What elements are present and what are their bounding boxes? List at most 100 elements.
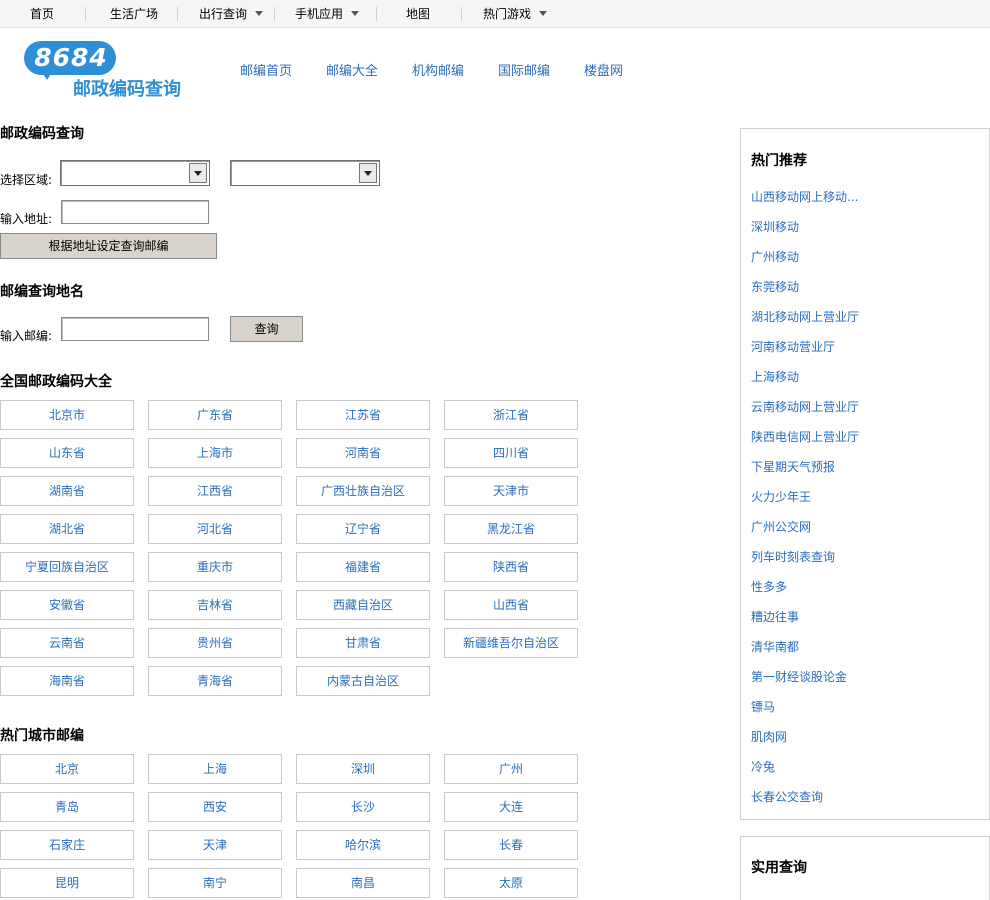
province-link[interactable]: 贵州省 xyxy=(148,628,282,658)
province-link[interactable]: 山东省 xyxy=(0,438,134,468)
province-link[interactable]: 西藏自治区 xyxy=(296,590,430,620)
province-link[interactable]: 内蒙古自治区 xyxy=(296,666,430,696)
hot-recommend-link[interactable]: 第一财经谈股论金 xyxy=(751,668,847,685)
useful-query-panel: 实用查询 xyxy=(740,836,990,900)
city-link[interactable]: 哈尔滨 xyxy=(296,830,430,860)
main-nav-zip-directory[interactable]: 邮编大全 xyxy=(326,60,378,79)
zip-query-title: 邮政编码查询 xyxy=(0,126,84,142)
hot-recommend-link[interactable]: 广州移动 xyxy=(751,248,799,265)
city-link[interactable]: 天津 xyxy=(148,830,282,860)
province-link[interactable]: 新疆维吾尔自治区 xyxy=(444,628,578,658)
city-link[interactable]: 广州 xyxy=(444,754,578,784)
province-link[interactable]: 海南省 xyxy=(0,666,134,696)
province-select[interactable] xyxy=(60,160,210,186)
province-link[interactable]: 重庆市 xyxy=(148,552,282,582)
address-input[interactable] xyxy=(61,200,209,224)
zip-search-button[interactable]: 查询 xyxy=(230,316,303,342)
site-logo[interactable]: 8684 邮政编码查询 xyxy=(24,41,194,101)
hot-cities-title: 热门城市邮编 xyxy=(0,728,84,744)
province-link[interactable]: 青海省 xyxy=(148,666,282,696)
province-link[interactable]: 吉林省 xyxy=(148,590,282,620)
province-link[interactable]: 湖南省 xyxy=(0,476,134,506)
top-nav-divider xyxy=(274,7,275,21)
hot-recommend-link[interactable]: 糟边往事 xyxy=(751,608,799,625)
top-nav-bar: 首页 生活广场 出行查询 手机应用 地图 热门游戏 xyxy=(0,0,990,28)
province-link[interactable]: 宁夏回族自治区 xyxy=(0,552,134,582)
hot-recommend-link[interactable]: 陕西电信网上营业厅 xyxy=(751,428,859,445)
province-link[interactable]: 北京市 xyxy=(0,400,134,430)
city-link[interactable]: 青岛 xyxy=(0,792,134,822)
province-link[interactable]: 山西省 xyxy=(444,590,578,620)
main-nav-org-zip[interactable]: 机构邮编 xyxy=(412,60,464,79)
province-link[interactable]: 云南省 xyxy=(0,628,134,658)
hot-recommend-link[interactable]: 性多多 xyxy=(751,578,787,595)
city-link[interactable]: 太原 xyxy=(444,868,578,898)
top-nav-map[interactable]: 地图 xyxy=(406,0,430,28)
province-link[interactable]: 浙江省 xyxy=(444,400,578,430)
hot-recommend-link[interactable]: 列车时刻表查询 xyxy=(751,548,835,565)
chevron-down-icon xyxy=(189,163,207,183)
top-nav-mobile-apps[interactable]: 手机应用 xyxy=(295,0,360,28)
province-link[interactable]: 湖北省 xyxy=(0,514,134,544)
hot-recommend-link[interactable]: 下星期天气预报 xyxy=(751,458,835,475)
province-link[interactable]: 安徽省 xyxy=(0,590,134,620)
hot-recommend-link[interactable]: 长春公交查询 xyxy=(751,788,823,805)
province-link[interactable]: 江苏省 xyxy=(296,400,430,430)
province-link[interactable]: 天津市 xyxy=(444,476,578,506)
city-link[interactable]: 南宁 xyxy=(148,868,282,898)
province-link[interactable]: 广东省 xyxy=(148,400,282,430)
hot-recommend-link[interactable]: 河南移动营业厅 xyxy=(751,338,835,355)
province-link[interactable]: 四川省 xyxy=(444,438,578,468)
province-link[interactable]: 辽宁省 xyxy=(296,514,430,544)
hot-recommend-link[interactable]: 云南移动网上营业厅 xyxy=(751,398,859,415)
main-nav-intl-zip[interactable]: 国际邮编 xyxy=(498,60,550,79)
hot-recommend-link[interactable]: 广州公交网 xyxy=(751,518,811,535)
city-link[interactable]: 长春 xyxy=(444,830,578,860)
hot-recommend-panel: 热门推荐 山西移动网上移动... 深圳移动 广州移动 东莞移动 湖北移动网上营业厅 河南移… xyxy=(740,128,990,820)
main-nav-zip-home[interactable]: 邮编首页 xyxy=(240,60,292,79)
hot-recommend-link[interactable]: 深圳移动 xyxy=(751,218,799,235)
city-link[interactable]: 昆明 xyxy=(0,868,134,898)
province-link[interactable]: 上海市 xyxy=(148,438,282,468)
hot-recommend-link[interactable]: 肌肉网 xyxy=(751,728,787,745)
province-link[interactable]: 福建省 xyxy=(296,552,430,582)
city-link[interactable]: 长沙 xyxy=(296,792,430,822)
hot-recommend-link[interactable]: 东莞移动 xyxy=(751,278,799,295)
province-link[interactable]: 江西省 xyxy=(148,476,282,506)
city-link[interactable]: 南昌 xyxy=(296,868,430,898)
city-select[interactable] xyxy=(230,160,380,186)
hot-recommend-link[interactable]: 清华南都 xyxy=(751,638,799,655)
province-link[interactable]: 河北省 xyxy=(148,514,282,544)
hot-recommend-link[interactable]: 山西移动网上移动... xyxy=(751,188,858,205)
hot-recommend-link[interactable]: 湖北移动网上营业厅 xyxy=(751,308,859,325)
city-link[interactable]: 西安 xyxy=(148,792,282,822)
address-label: 输入地址: xyxy=(0,212,53,226)
zip-label: 输入邮编: xyxy=(0,329,53,343)
top-nav-travel[interactable]: 出行查询 xyxy=(199,0,264,28)
top-nav-games-label: 热门游戏 xyxy=(483,7,532,21)
top-nav-home[interactable]: 首页 xyxy=(30,0,54,28)
logo-subtitle: 邮政编码查询 xyxy=(73,79,181,100)
province-link[interactable]: 黑龙江省 xyxy=(444,514,578,544)
hot-recommend-link[interactable]: 上海移动 xyxy=(751,368,799,385)
top-nav-mobile-apps-label: 手机应用 xyxy=(295,7,344,21)
zip-input[interactable] xyxy=(61,317,209,341)
chevron-down-icon xyxy=(539,11,548,16)
hot-recommend-link[interactable]: 冷兔 xyxy=(751,758,775,775)
province-link[interactable]: 甘肃省 xyxy=(296,628,430,658)
top-nav-life[interactable]: 生活广场 xyxy=(110,0,158,28)
province-link[interactable]: 广西壮族自治区 xyxy=(296,476,430,506)
hot-recommend-link[interactable]: 镖马 xyxy=(751,698,775,715)
set-zip-by-address-button[interactable]: 根据地址设定查询邮编 xyxy=(0,233,217,259)
city-link[interactable]: 上海 xyxy=(148,754,282,784)
city-link[interactable]: 石家庄 xyxy=(0,830,134,860)
hot-recommend-link[interactable]: 火力少年王 xyxy=(751,488,811,505)
city-link[interactable]: 深圳 xyxy=(296,754,430,784)
useful-query-title: 实用查询 xyxy=(751,860,807,876)
main-nav-property[interactable]: 楼盘网 xyxy=(584,60,623,79)
province-link[interactable]: 河南省 xyxy=(296,438,430,468)
city-link[interactable]: 北京 xyxy=(0,754,134,784)
top-nav-games[interactable]: 热门游戏 xyxy=(483,0,548,28)
city-link[interactable]: 大连 xyxy=(444,792,578,822)
province-link[interactable]: 陕西省 xyxy=(444,552,578,582)
